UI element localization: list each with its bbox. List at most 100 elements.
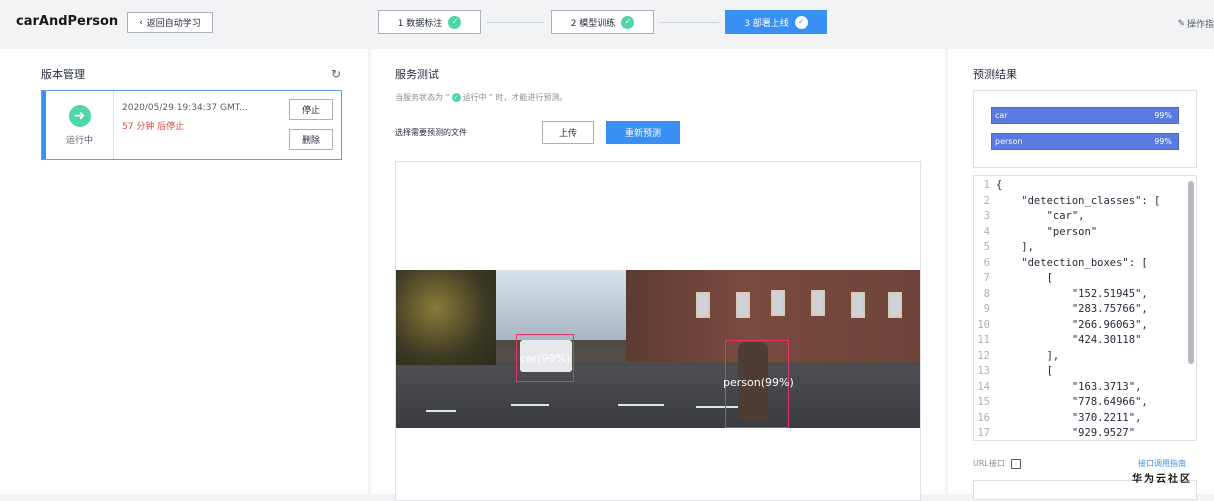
version-panel: 版本管理 ↻ ➜ 运行中 2020/05/29 19:34:37 GMT... … [0, 49, 368, 494]
step-model-training[interactable]: 2 模型训练 ✓ [551, 10, 654, 34]
operation-guide-link[interactable]: ✎ 操作指 [1177, 17, 1214, 31]
code-line: 6 "detection_boxes": [ [974, 257, 1148, 273]
image-window [811, 290, 825, 316]
line-number: 13 [977, 365, 990, 377]
code-text: "152.51945", [996, 287, 1148, 300]
delete-button[interactable]: 删除 [289, 129, 333, 150]
step-data-labeling[interactable]: 1 数据标注 ✓ [378, 10, 481, 34]
status-text: 运行中 [65, 135, 93, 146]
code-line: 10 "266.96063", [974, 318, 1148, 335]
code-line: 16 "370.2211", [974, 412, 1141, 428]
service-test-title: 服务测试 [395, 68, 439, 81]
prediction-score: 99% [1154, 111, 1172, 120]
code-text: "778.64966", [996, 396, 1148, 408]
lane-mark [618, 404, 664, 406]
top-bar: carAndPerson ‹ 返回自动学习 1 数据标注 ✓ 2 模型训练 ✓ … [0, 0, 1214, 48]
edit-icon: ✎ [1177, 18, 1185, 29]
line-number: 17 [977, 427, 990, 439]
line-number: 12 [977, 349, 990, 362]
url-label: URL接口 [973, 459, 1005, 468]
line-number: 10 [977, 318, 990, 331]
code-text: "266.96063", [996, 318, 1148, 331]
prediction-label: car [995, 111, 1008, 120]
image-preview-area: car(99%) person(99%) [395, 161, 921, 501]
hint-status: 运行中 [462, 93, 487, 102]
detection-label-car: car(99%) [520, 352, 571, 365]
image-window [851, 292, 865, 318]
step-deploy[interactable]: 3 部署上线 ✓ [725, 10, 827, 34]
code-text: "car", [996, 210, 1085, 222]
line-number: 3 [983, 210, 990, 222]
check-icon: ✓ [448, 15, 462, 29]
hint-prefix: 当服务状态为 “ [395, 93, 450, 102]
version-status: ➜ 运行中 [46, 91, 114, 159]
chevron-left-icon: ‹ [139, 17, 143, 28]
version-date: 2020/05/29 19:34:37 GMT... [122, 103, 248, 113]
code-text: [ [996, 272, 1053, 284]
step-label: 3 部署上线 [744, 18, 789, 29]
json-result-viewer[interactable]: 1{ 2 "detection_classes": [ 3 "car", 4 "… [973, 175, 1197, 441]
code-text: "929.9527" [996, 427, 1136, 439]
check-icon: ✓ [621, 15, 635, 29]
image-road [396, 366, 920, 428]
code-line: 8 "152.51945", [974, 288, 1148, 304]
prediction-score: 99% [1154, 137, 1172, 146]
upload-button[interactable]: 上传 [542, 121, 594, 144]
copy-icon[interactable] [1010, 458, 1021, 469]
line-number: 2 [983, 194, 990, 207]
line-number: 9 [983, 303, 990, 315]
code-line: 9 "283.75766", [974, 303, 1148, 319]
code-line: 4 "person" [974, 226, 1097, 242]
file-select-label: 选择需要预测的文件 [395, 128, 467, 137]
code-line: 15 "778.64966", [974, 396, 1148, 412]
refresh-icon[interactable]: ↻ [331, 67, 341, 81]
lane-mark [511, 404, 549, 406]
line-number: 1 [983, 179, 990, 191]
back-button-label: 返回自动学习 [146, 19, 201, 29]
back-to-auto-learning-button[interactable]: ‹ 返回自动学习 [127, 12, 213, 33]
prediction-image: car(99%) person(99%) [396, 270, 920, 428]
prediction-bar-car: car 99% [991, 107, 1179, 124]
version-card[interactable]: ➜ 运行中 2020/05/29 19:34:37 GMT... 57 分钟 后… [41, 90, 342, 160]
image-window [696, 292, 710, 318]
code-line: 17 "929.9527" [974, 427, 1136, 440]
stop-countdown: 57 分钟 后停止 [122, 122, 185, 132]
line-number: 16 [977, 411, 990, 424]
service-hint: 当服务状态为 “ ✓ 运行中 ” 时，才能进行预测。 [395, 92, 567, 103]
step-connector [486, 22, 544, 23]
step-label: 1 数据标注 [397, 18, 443, 29]
code-line: 14 "163.3713", [974, 381, 1141, 397]
line-number: 6 [983, 256, 990, 269]
repredict-button[interactable]: 重新预测 [606, 121, 680, 144]
code-text: [ [996, 365, 1053, 377]
lane-mark [426, 410, 456, 412]
line-number: 4 [983, 225, 990, 238]
code-line: 2 "detection_classes": [ [974, 194, 1161, 211]
api-guide-link[interactable]: 接口调用指南 [1138, 458, 1186, 469]
code-text: "person" [996, 225, 1098, 238]
line-number: 15 [977, 396, 990, 408]
prediction-label: person [995, 137, 1023, 146]
stop-button[interactable]: 停止 [289, 99, 333, 120]
code-line: 1{ [974, 179, 1003, 195]
code-text: "detection_classes": [ [996, 194, 1161, 207]
result-title: 预测结果 [973, 68, 1017, 81]
watermark: 华为云社区 [1132, 474, 1192, 485]
line-number: 11 [977, 334, 990, 346]
code-text: "370.2211", [996, 411, 1142, 424]
prediction-result-panel: 预测结果 car 99% person 99% 1{ 2 "detection_… [948, 49, 1214, 500]
prediction-bars: car 99% person 99% [973, 90, 1197, 168]
step-connector [659, 22, 719, 23]
check-icon: ✓ [794, 15, 808, 29]
prediction-bar-person: person 99% [991, 133, 1179, 150]
app-title: carAndPerson [16, 14, 119, 29]
code-line: 7 [ [974, 272, 1053, 288]
hint-suffix: ” 时，才能进行预测。 [488, 93, 568, 102]
code-line: 11 "424.30118" [974, 334, 1141, 350]
detection-label-person: person(99%) [723, 376, 794, 389]
code-text: ], [996, 349, 1060, 362]
url-interface: URL接口 [973, 458, 1021, 469]
json-scrollbar[interactable] [1188, 181, 1194, 364]
operation-guide-label: 操作指 [1186, 20, 1214, 30]
code-line: 5 ], [974, 241, 1034, 257]
